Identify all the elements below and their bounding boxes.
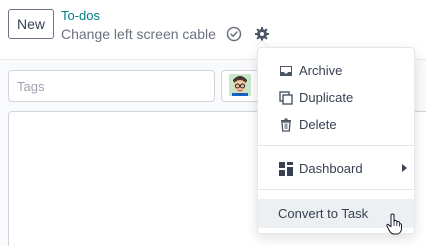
inbox-icon — [280, 66, 292, 76]
menu-divider — [258, 145, 414, 146]
check-circle-icon[interactable] — [226, 26, 242, 42]
actions-dropdown: Archive Duplicate Delete Dashboard Conve… — [257, 47, 415, 234]
record-title: Change left screen cable — [61, 26, 216, 42]
tags-field[interactable] — [8, 70, 215, 102]
menu-item-delete[interactable]: Delete — [258, 112, 414, 138]
menu-divider — [258, 189, 414, 190]
delete-label: Delete — [299, 117, 337, 132]
chevron-right-icon — [402, 164, 407, 172]
hand-pointer-icon — [386, 213, 402, 235]
dashboard-label: Dashboard — [299, 161, 363, 176]
new-button[interactable]: New — [8, 9, 54, 39]
duplicate-label: Duplicate — [299, 90, 354, 105]
dashboard-icon — [279, 162, 293, 176]
menu-item-archive[interactable]: Archive — [258, 58, 414, 84]
trash-icon — [281, 118, 291, 132]
avatar[interactable] — [229, 74, 251, 96]
convert-label: Convert to Task — [278, 206, 369, 221]
tags-input[interactable] — [9, 71, 215, 101]
copy-icon — [279, 91, 293, 105]
archive-label: Archive — [299, 63, 343, 78]
menu-item-dashboard[interactable]: Dashboard — [258, 156, 414, 182]
breadcrumb-todos[interactable]: To-dos — [61, 8, 100, 23]
menu-item-duplicate[interactable]: Duplicate — [258, 85, 414, 111]
